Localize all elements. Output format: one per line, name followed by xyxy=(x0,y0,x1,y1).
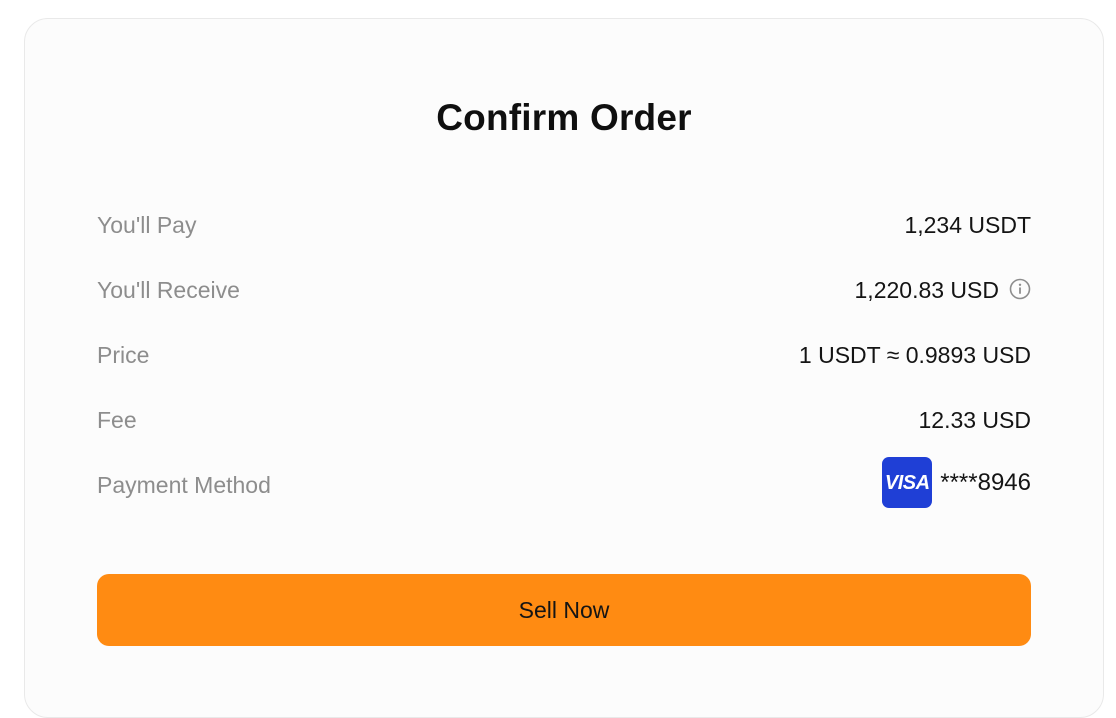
receive-value-group: 1,220.83 USD xyxy=(855,270,1031,310)
fee-row: Fee 12.33 USD xyxy=(97,400,1031,465)
order-summary: You'll Pay 1,234 USDT You'll Receive 1,2… xyxy=(97,205,1031,530)
price-label: Price xyxy=(97,342,150,368)
pay-value: 1,234 USDT xyxy=(904,212,1031,238)
receive-row: You'll Receive 1,220.83 USD xyxy=(97,270,1031,335)
price-value: 1 USDT ≈ 0.9893 USD xyxy=(798,342,1031,368)
visa-card-icon: VISA xyxy=(882,457,933,508)
payment-method-row: Payment Method VISA ****8946 xyxy=(97,457,1031,530)
price-row: Price 1 USDT ≈ 0.9893 USD xyxy=(97,335,1031,400)
card-number-masked: ****8946 xyxy=(940,468,1031,496)
confirm-order-card: Confirm Order You'll Pay 1,234 USDT You'… xyxy=(24,18,1104,718)
fee-value: 12.33 USD xyxy=(918,407,1031,433)
pay-row: You'll Pay 1,234 USDT xyxy=(97,205,1031,270)
fee-label: Fee xyxy=(97,407,137,433)
pay-label: You'll Pay xyxy=(97,212,197,238)
receive-value: 1,220.83 USD xyxy=(854,277,999,303)
payment-method-label: Payment Method xyxy=(97,472,271,498)
info-icon[interactable] xyxy=(1009,278,1031,300)
receive-label: You'll Receive xyxy=(97,277,240,303)
sell-now-button[interactable]: Sell Now xyxy=(97,574,1031,646)
payment-method-value: VISA ****8946 xyxy=(882,457,1031,508)
page-title: Confirm Order xyxy=(436,97,692,138)
